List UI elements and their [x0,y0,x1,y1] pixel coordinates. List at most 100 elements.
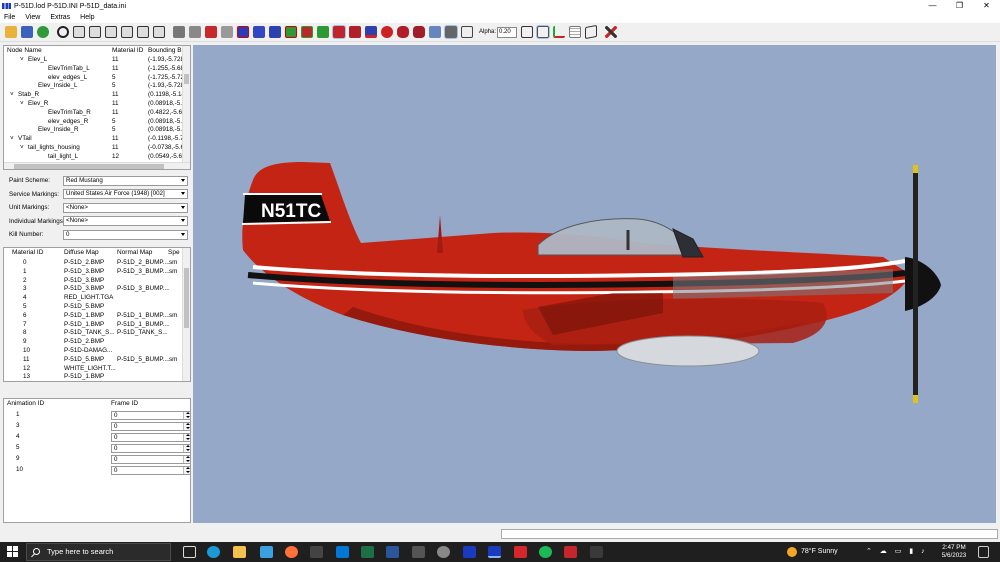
spotify-icon[interactable] [539,546,552,558]
specular-map-col[interactable]: Spe [168,248,180,258]
menu-help[interactable]: Help [80,14,94,21]
menu-view[interactable]: View [25,14,40,21]
tree-row[interactable]: elev_edges_L 5 (-1.725,-5.72 [4,74,184,83]
material-row[interactable]: 9 P-51D_2.BMP [4,338,182,347]
spinner-arrows-icon[interactable] [183,411,190,419]
mail-icon[interactable] [336,546,349,558]
material-id-col[interactable]: Material ID [12,248,43,258]
excel-icon[interactable] [361,546,374,558]
tree-row[interactable]: ˅ Elev_L 11 (-1.93,-5.728 [4,56,184,65]
material-row[interactable]: 10 P-51D-DAMAG... [4,347,182,356]
taskbar-search[interactable]: Type here to search [26,543,171,561]
damage-2-icon[interactable] [397,26,409,38]
view-back-icon[interactable] [89,26,101,38]
render-red-green-icon[interactable] [301,26,313,38]
bounding-box-header[interactable]: Bounding B [148,46,182,56]
material-row[interactable]: 3 P-51D_3.BMP P-51D_3_BUMP.... [4,285,182,294]
material-row[interactable]: 6 P-51D_1.BMP P-51D_1_BUMP.... sm [4,312,182,321]
frame-id-spinner[interactable]: 0 [111,432,190,442]
tools-icon[interactable] [605,26,618,38]
clock[interactable]: 2:47 PM 5/6/2023 [938,544,970,560]
tree-row[interactable]: ˅ Elev_R 11 (0.08918,-5.7 [4,100,184,109]
solid-gray-2-icon[interactable] [189,26,201,38]
open-folder-icon[interactable] [5,26,17,38]
view-front-icon[interactable] [73,26,85,38]
spinner-arrows-icon[interactable] [183,455,190,463]
cube-icon[interactable] [585,24,598,40]
paint-red-2-icon[interactable] [349,26,361,38]
material-row[interactable]: 4 RED_LIGHT.TGA [4,294,182,303]
render-green-icon[interactable] [285,26,297,38]
axes-icon[interactable] [553,26,566,38]
property-dropdown[interactable]: 0 [63,229,188,240]
app-icon-4[interactable] [590,546,603,558]
material-row[interactable]: 11 P-51D_5.BMP P-51D_5_BUMP.... sm [4,356,182,365]
spinner-arrows-icon[interactable] [183,433,190,441]
material-row[interactable]: 8 P-51D_TANK_S... P-51D_TANK_S... [4,329,182,338]
3d-viewport[interactable]: N51TC [193,45,996,523]
texture-icon[interactable] [37,26,49,38]
store-icon[interactable] [260,546,273,558]
word-icon[interactable] [386,546,399,558]
maximize-button[interactable]: ❐ [946,0,973,12]
normal-map-col[interactable]: Normal Map [117,248,152,258]
node-tree-hscroll[interactable] [4,162,190,169]
acrobat-icon[interactable] [514,546,527,558]
node-name-header[interactable]: Node Name [7,46,42,56]
tree-row[interactable]: ElevTrimTab_L 11 (-1.255,-5.68 [4,65,184,74]
diffuse-map-col[interactable]: Diffuse Map [64,248,99,258]
property-dropdown[interactable]: Red Mustang [63,175,188,186]
tree-row[interactable]: Elev_Inside_R 5 (0.08918,-5.7 [4,126,184,135]
material-row[interactable]: 2 P-51D_3.BMP [4,277,182,286]
lights-icon[interactable] [429,26,441,38]
taskview-icon[interactable] [183,546,196,558]
material-row[interactable]: 5 P-51D_5.BMP [4,303,182,312]
firefox-icon[interactable] [285,546,298,558]
app-icon-1[interactable] [412,546,425,558]
spinner-arrows-icon[interactable] [183,422,190,430]
transparency-icon[interactable] [461,26,473,38]
tree-row[interactable]: ElevTrimTab_R 11 (0.4822,-5.68 [4,109,184,118]
solid-gray-icon[interactable] [173,26,185,38]
zoom-icon[interactable] [57,26,69,38]
render-blue-icon[interactable] [237,26,249,38]
material-row[interactable]: 12 WHITE_LIGHT.T... [4,365,182,374]
property-dropdown[interactable]: United States Air Force (1948) [002] [63,189,188,199]
view-bottom-icon[interactable] [153,26,165,38]
notion-icon[interactable] [310,546,323,558]
property-dropdown[interactable]: <None> [63,216,188,226]
alpha-input[interactable]: 0.20 [497,26,518,38]
menu-file[interactable]: File [4,14,15,21]
edge-icon[interactable] [207,546,220,558]
paint-red-icon[interactable] [333,26,345,38]
system-tray-icons[interactable]: ⌃ ☁ ▭ ▮ ♪ [866,542,928,562]
lod-viewer-icon[interactable] [463,546,476,558]
tree-row[interactable]: ˅ Stab_R 11 (0.1198,-5.14 [4,91,184,100]
app-icon-2[interactable] [437,546,450,558]
frame-id-spinner[interactable]: 0 [111,421,190,431]
wireframe-icon[interactable] [537,26,550,38]
material-row[interactable]: 13 P-51D_1.BMP [4,373,182,381]
view-top-icon[interactable] [137,26,149,38]
render-green-2-icon[interactable] [317,26,329,38]
spinner-arrows-icon[interactable] [183,444,190,452]
notification-icon[interactable] [978,546,989,558]
frame-id-col[interactable]: Frame ID [111,399,138,409]
frame-id-spinner[interactable]: 0 [111,443,190,453]
tree-row[interactable]: ˅ tail_lights_housing 11 (-0.0738,-5.6 [4,144,184,153]
tree-expander-icon[interactable]: ˅ [10,91,14,100]
tree-expander-icon[interactable]: ˅ [10,135,14,144]
material-row[interactable]: 0 P-51D_2.BMP P-51D_2_BUMP.... sm [4,259,182,268]
save-icon[interactable] [21,26,33,38]
view-left-icon[interactable] [105,26,117,38]
app-icon-3[interactable] [488,546,501,558]
tree-row[interactable]: Elev_Inside_L 5 (-1.93,-5.728 [4,82,184,91]
shield-app-icon[interactable] [564,546,577,558]
grid-icon[interactable] [569,26,582,38]
frame-id-spinner[interactable]: 0 [111,410,190,420]
damage-3-icon[interactable] [413,26,425,38]
view-right-icon[interactable] [121,26,133,38]
render-blue-2-icon[interactable] [253,26,265,38]
damage-icon[interactable] [381,26,393,38]
minimize-button[interactable]: — [919,0,946,12]
